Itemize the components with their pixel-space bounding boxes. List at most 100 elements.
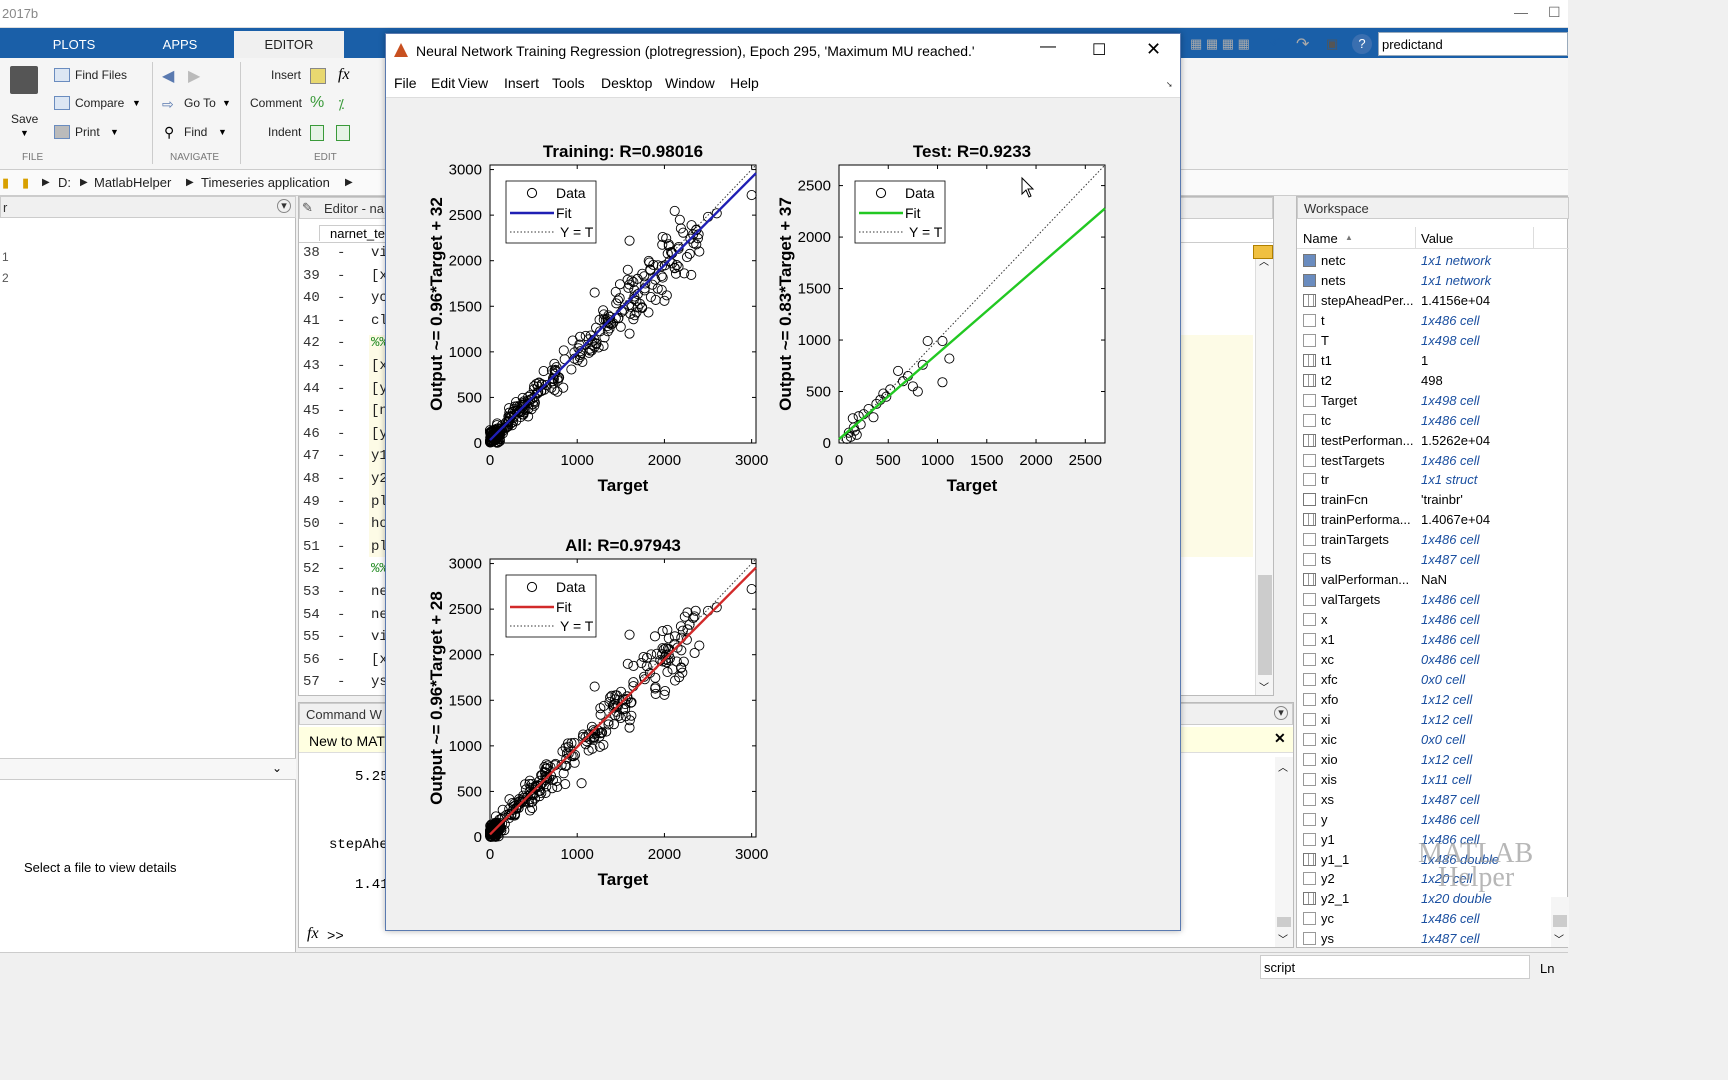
workspace-row[interactable]: t1 1 (1297, 351, 1569, 371)
smart-indent-icon[interactable] (310, 125, 324, 141)
indent-button[interactable]: Indent (268, 125, 301, 139)
tab-editor[interactable]: EDITOR (234, 31, 344, 58)
code-analyzer-icon[interactable] (1253, 245, 1273, 259)
panel-options-icon[interactable]: ▾ (1274, 706, 1288, 720)
workspace-row[interactable]: Target 1x498 cell (1297, 391, 1569, 411)
go-to-dropdown-icon[interactable]: ▼ (222, 98, 231, 108)
breakpoint-dash[interactable]: - (337, 471, 345, 487)
sort-ascending-icon[interactable]: ▲ (1345, 233, 1353, 242)
scroll-thumb[interactable] (1553, 915, 1567, 927)
banner-text[interactable]: New to MAT (309, 733, 385, 749)
menu-tools[interactable]: Tools (552, 75, 585, 91)
workspace-row[interactable]: T 1x498 cell (1297, 331, 1569, 351)
workspace-scrollbar[interactable]: ﹀ (1551, 897, 1569, 947)
insert-button[interactable]: Insert (271, 68, 301, 82)
breakpoint-dash[interactable]: - (337, 381, 345, 397)
workspace-row[interactable]: x 1x486 cell (1297, 610, 1569, 630)
workspace-row[interactable]: tc 1x486 cell (1297, 411, 1569, 431)
chevron-down-icon[interactable]: ⌄ (272, 761, 282, 775)
breadcrumb-folder-timeseries[interactable]: Timeseries application (201, 175, 330, 190)
maximize-button[interactable]: ☐ (1548, 4, 1561, 21)
back-arrow-icon[interactable]: ◀ (162, 66, 174, 86)
breakpoint-dash[interactable]: - (337, 516, 345, 532)
workspace-row[interactable]: ts 1x487 cell (1297, 550, 1569, 570)
breakpoint-dash[interactable]: - (337, 403, 345, 419)
save-icon[interactable] (10, 66, 38, 94)
workspace-row[interactable]: ys 1x487 cell (1297, 929, 1569, 949)
menu-view[interactable]: View (458, 75, 488, 91)
dock-icon[interactable]: ➘ (1166, 80, 1173, 89)
workspace-row[interactable]: valPerforman... NaN (1297, 570, 1569, 590)
panel-options-icon[interactable]: ▾ (277, 199, 291, 213)
close-icon[interactable]: ✕ (1274, 730, 1286, 747)
find-files-button[interactable]: Find Files (75, 68, 127, 82)
command-scrollbar[interactable]: ︿ ﹀ (1275, 757, 1293, 947)
workspace-row[interactable]: trainPerforma... 1.4067e+04 (1297, 510, 1569, 530)
column-divider[interactable] (1533, 227, 1534, 249)
workspace-row[interactable]: y 1x486 cell (1297, 810, 1569, 830)
breakpoint-dash[interactable]: - (337, 494, 345, 510)
menu-desktop[interactable]: Desktop (601, 75, 652, 91)
workspace-row[interactable]: xi 1x12 cell (1297, 710, 1569, 730)
insert-section-icon[interactable] (310, 68, 326, 84)
minimize-button[interactable]: — (1040, 38, 1056, 56)
file-item[interactable]: 2 (2, 271, 9, 285)
command-prompt[interactable]: >> (327, 929, 344, 945)
column-value-header[interactable]: Value (1421, 231, 1453, 246)
workspace-row[interactable]: testPerforman... 1.5262e+04 (1297, 431, 1569, 451)
column-name-header[interactable]: Name (1303, 231, 1338, 246)
breakpoint-dash[interactable]: - (337, 629, 345, 645)
breakpoint-dash[interactable]: - (337, 290, 345, 306)
help-icon[interactable]: ? (1352, 34, 1372, 54)
workspace-row[interactable]: t2 498 (1297, 371, 1569, 391)
go-to-button[interactable]: Go To (184, 96, 216, 110)
breakpoint-dash[interactable]: - (337, 358, 345, 374)
save-dropdown-icon[interactable]: ▼ (20, 128, 29, 138)
find-dropdown-icon[interactable]: ▼ (218, 127, 227, 137)
print-dropdown-icon[interactable]: ▼ (110, 127, 119, 137)
fx-icon[interactable]: fx (338, 66, 350, 84)
menu-help[interactable]: Help (730, 75, 759, 91)
menu-window[interactable]: Window (665, 75, 715, 91)
redo-icon[interactable]: ↷ (1296, 34, 1309, 54)
tab-apps[interactable]: APPS (128, 31, 232, 58)
scroll-thumb[interactable] (1258, 575, 1272, 675)
menu-file[interactable]: File (394, 75, 417, 91)
workspace-row[interactable]: xfc 0x0 cell (1297, 670, 1569, 690)
breadcrumb-folder-matlabhelper[interactable]: MatlabHelper (94, 175, 171, 190)
breakpoint-dash[interactable]: - (337, 426, 345, 442)
details-header[interactable]: ⌄ (0, 758, 296, 780)
save-button[interactable]: Save (11, 112, 38, 126)
workspace-row[interactable]: x1 1x486 cell (1297, 630, 1569, 650)
breakpoint-dash[interactable]: - (337, 335, 345, 351)
scroll-down-icon[interactable]: ﹀ (1554, 931, 1564, 946)
breakpoint-dash[interactable]: - (337, 539, 345, 555)
workspace-row[interactable]: tr 1x1 struct (1297, 470, 1569, 490)
minimize-button[interactable]: — (1514, 4, 1528, 20)
fx-icon[interactable]: fx (307, 925, 319, 943)
breakpoint-dash[interactable]: - (337, 268, 345, 284)
breakpoint-dash[interactable]: - (337, 448, 345, 464)
breakpoint-dash[interactable]: - (337, 674, 345, 690)
increase-indent-icon[interactable] (336, 125, 350, 141)
editor-scrollbar[interactable]: ︿ ﹀ (1255, 245, 1273, 695)
breakpoint-dash[interactable]: - (337, 561, 345, 577)
column-divider[interactable] (1415, 227, 1416, 249)
find-button[interactable]: Find (184, 125, 207, 139)
switch-windows-icon[interactable]: ▣ (1326, 36, 1338, 52)
menu-edit[interactable]: Edit (431, 75, 455, 91)
breakpoint-dash[interactable]: - (337, 313, 345, 329)
workspace-row[interactable]: yc 1x486 cell (1297, 909, 1569, 929)
maximize-button[interactable]: ☐ (1092, 40, 1106, 60)
browse-folder-icon[interactable]: ▮ (22, 175, 29, 191)
scroll-down-icon[interactable]: ﹀ (1278, 931, 1288, 946)
scroll-thumb[interactable] (1277, 917, 1291, 927)
workspace-row[interactable]: stepAheadPer... 1.4156e+04 (1297, 291, 1569, 311)
uncomment-icon[interactable]: ⁒ (338, 96, 344, 113)
comment-button[interactable]: Comment (250, 96, 302, 110)
comment-icon[interactable]: % (310, 94, 324, 112)
forward-arrow-icon[interactable]: ▶ (188, 66, 200, 86)
search-documentation-input[interactable] (1378, 32, 1568, 56)
file-item[interactable]: 1 (2, 250, 9, 264)
scroll-down-icon[interactable]: ﹀ (1259, 679, 1269, 694)
